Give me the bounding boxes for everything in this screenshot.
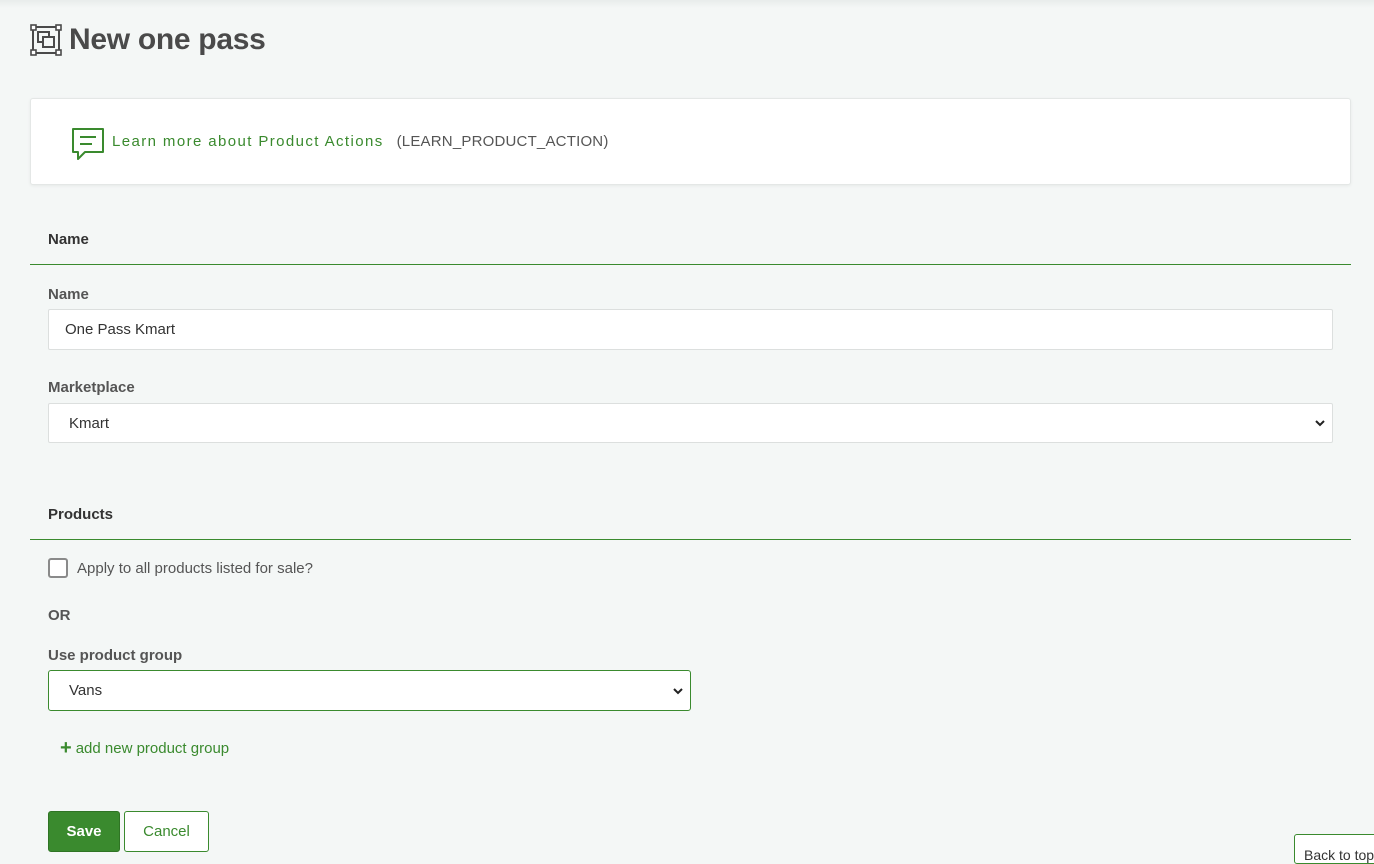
name-field-label: Name (48, 286, 89, 303)
name-section-title: Name (48, 231, 89, 248)
apply-all-row: Apply to all products listed for sale? (48, 558, 313, 578)
save-button[interactable]: Save (48, 811, 120, 852)
product-actions-icon (30, 24, 62, 56)
name-input[interactable] (48, 309, 1333, 350)
marketplace-label: Marketplace (48, 379, 135, 396)
products-section-title: Products (48, 506, 114, 523)
cancel-button[interactable]: Cancel (124, 811, 209, 852)
name-section-divider (30, 264, 1351, 265)
back-to-top-button[interactable]: Back to top (1294, 834, 1374, 864)
chevron-down-icon (1315, 420, 1325, 427)
or-label: OR (48, 607, 71, 624)
learn-code: (LEARN_PRODUCT_ACTION) (396, 133, 609, 150)
page-title: New one pass (69, 23, 266, 56)
info-card: Learn more about Product Actions (LEARN_… (30, 98, 1351, 185)
learn-more-link[interactable]: Learn more about Product Actions (112, 133, 384, 150)
apply-all-checkbox[interactable] (48, 558, 68, 578)
top-shadow (0, 0, 1374, 8)
add-product-group-label: add new product group (75, 739, 230, 757)
marketplace-selected-value: Kmart (69, 414, 110, 432)
page-header: New one pass (30, 22, 266, 58)
marketplace-select[interactable]: Kmart (48, 403, 1333, 443)
add-product-group-link[interactable]: + add new product group (60, 738, 229, 758)
chat-bubble-icon (72, 127, 104, 160)
product-group-select[interactable]: Vans (48, 670, 691, 711)
chevron-down-icon (673, 687, 683, 694)
apply-all-label[interactable]: Apply to all products listed for sale? (77, 560, 313, 577)
product-group-selected-value: Vans (69, 682, 103, 699)
product-group-label: Use product group (48, 647, 183, 664)
products-section-divider (30, 539, 1351, 540)
plus-icon: + (60, 737, 72, 759)
